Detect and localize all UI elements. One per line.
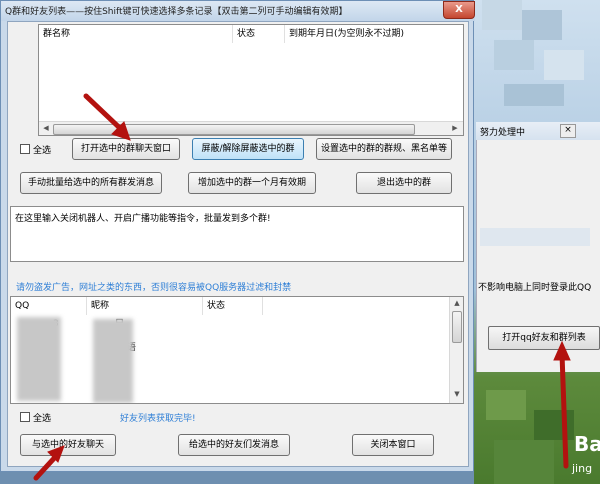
arrow-to-open-list: [559, 351, 569, 469]
annotation-arrows: [33, 93, 571, 481]
arrow-to-open-chat: [83, 93, 127, 135]
arrowhead-open-list: [553, 340, 571, 361]
